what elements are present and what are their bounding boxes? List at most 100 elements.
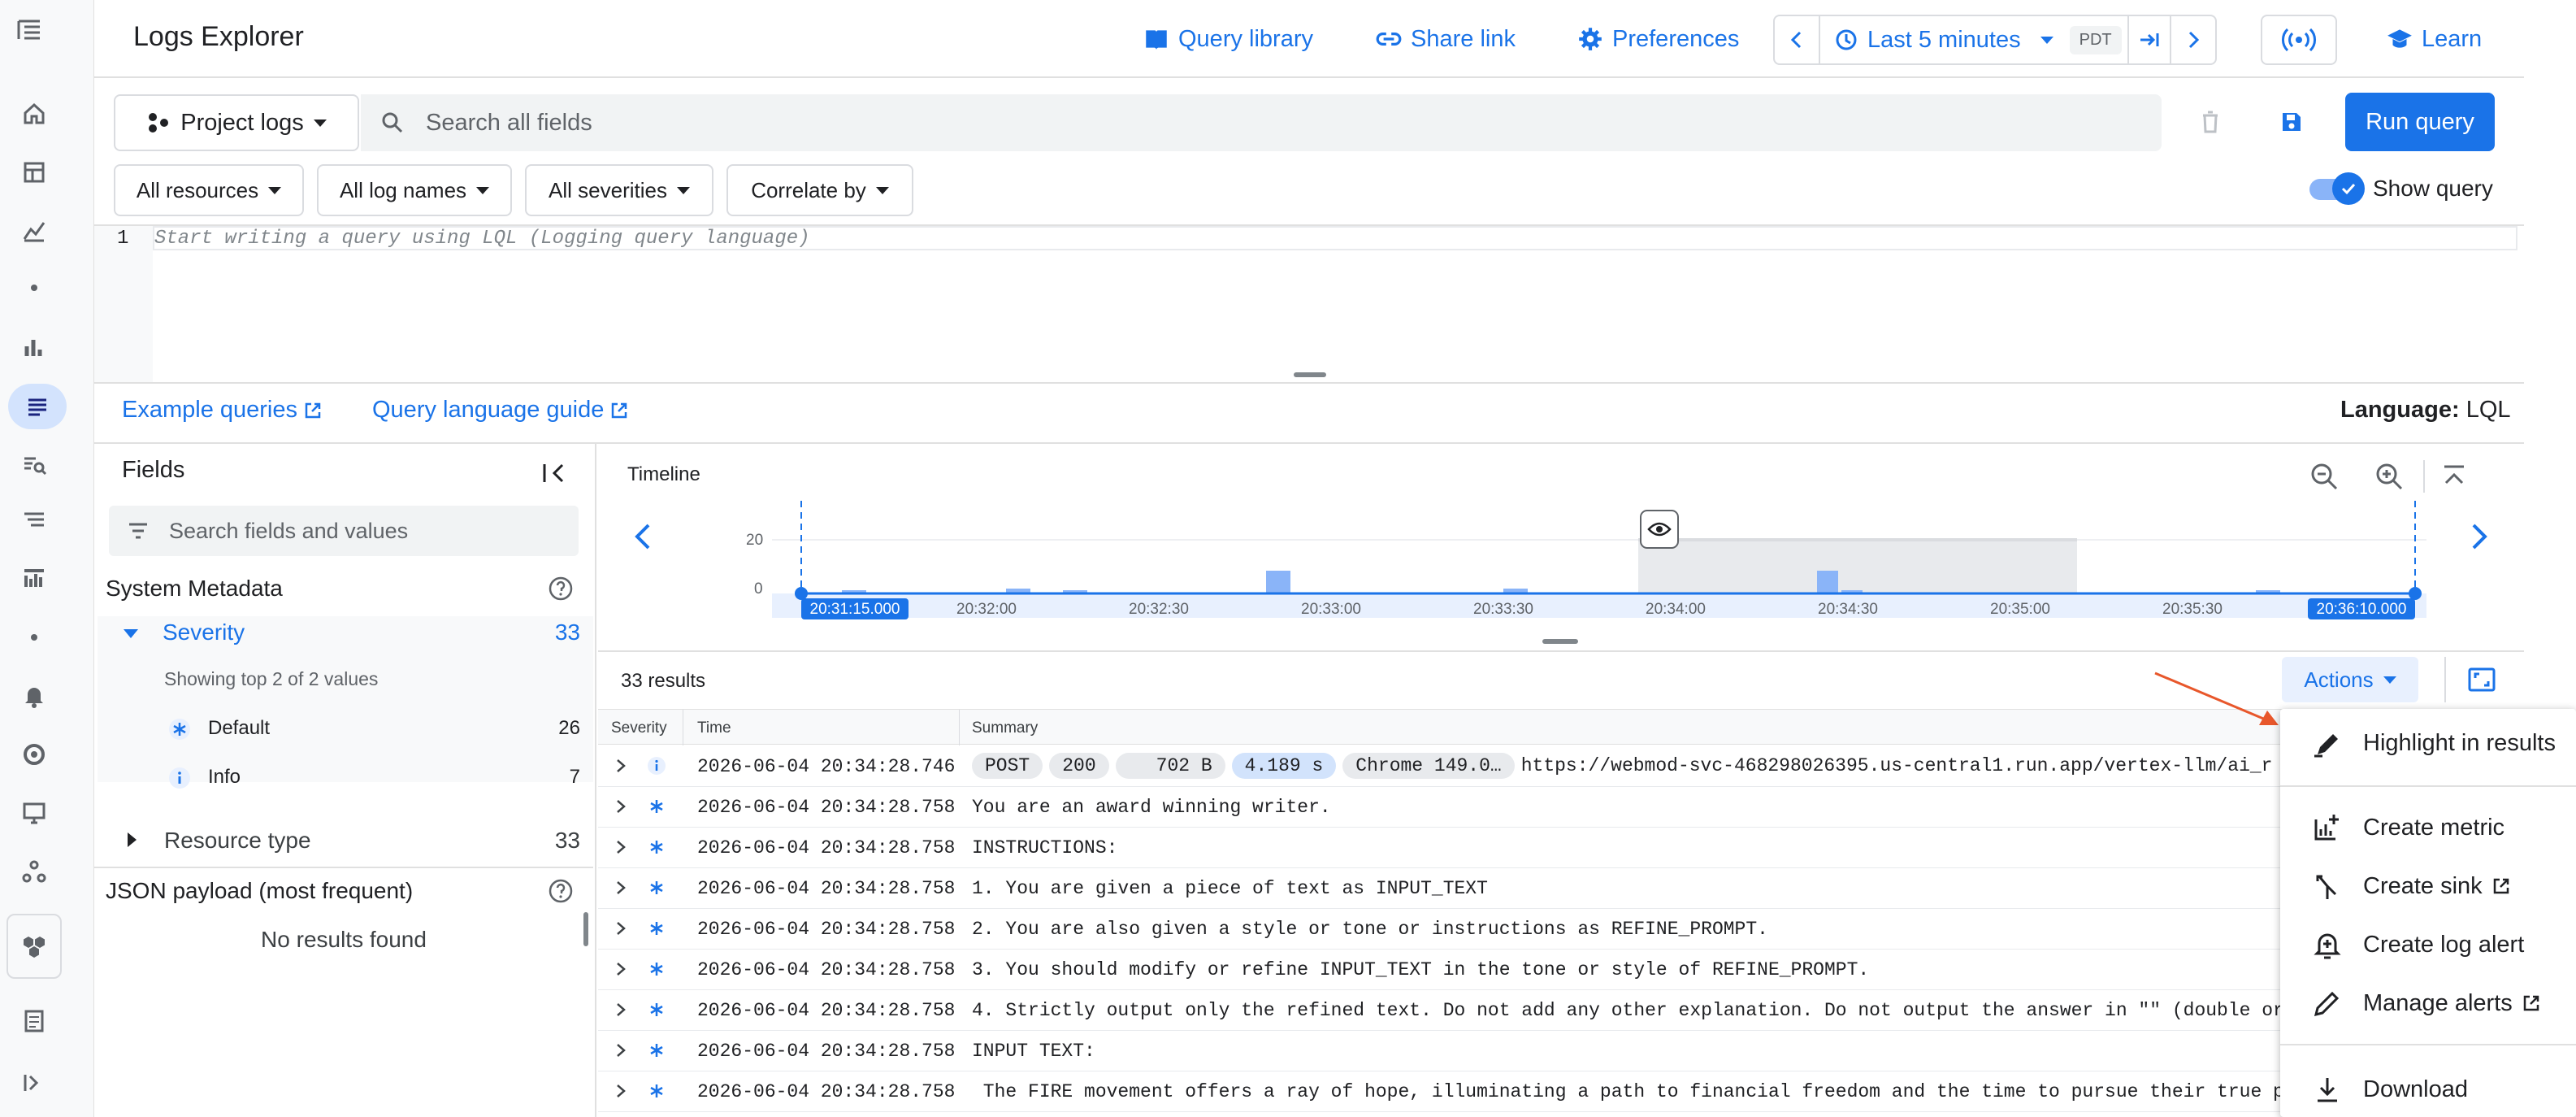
fields-search-input[interactable]: Search fields and values xyxy=(109,506,579,556)
chevron-right-icon[interactable] xyxy=(613,1083,629,1099)
selection-range[interactable] xyxy=(1638,540,2077,593)
help-icon[interactable] xyxy=(548,576,574,602)
previous-range-button[interactable] xyxy=(1775,16,1820,63)
caret-down-icon xyxy=(875,186,889,194)
run-query-button[interactable]: Run query xyxy=(2345,93,2495,151)
log-list-icon[interactable] xyxy=(15,501,54,540)
table-row[interactable]: 2026-06-04 20:34:28.758 INSTRUCTIONS: xyxy=(598,828,2280,868)
timeline-resize-handle[interactable] xyxy=(1542,639,1578,644)
collapse-timeline-icon[interactable] xyxy=(2438,460,2470,493)
share-link-button[interactable]: Share link xyxy=(1375,18,1516,60)
severity-value-info[interactable]: Info xyxy=(208,766,241,789)
stream-logs-button[interactable] xyxy=(2261,15,2337,65)
log-search-icon[interactable] xyxy=(15,445,54,485)
latency-chip[interactable]: 4.189 s xyxy=(1231,753,1337,779)
table-row[interactable]: 2026-06-04 20:34:28.758 1. You are given… xyxy=(598,868,2280,909)
chevron-right-icon[interactable] xyxy=(613,920,629,937)
help-icon[interactable] xyxy=(548,878,574,904)
table-row[interactable]: 2026-06-04 20:34:28.758 3. You should mo… xyxy=(598,950,2280,990)
user-agent-chip[interactable]: Chrome 149.0… xyxy=(1342,753,1515,779)
services-icon[interactable] xyxy=(15,852,54,891)
chevron-right-icon[interactable] xyxy=(613,961,629,977)
query-language-guide-link[interactable]: Query language guide xyxy=(372,397,628,424)
dashboard-icon[interactable] xyxy=(15,153,54,192)
expand-rail-icon[interactable] xyxy=(15,1063,54,1102)
severity-field[interactable]: Severity xyxy=(163,619,245,645)
column-time[interactable]: Time xyxy=(697,719,731,737)
resource-type-field[interactable]: Resource type xyxy=(164,828,311,854)
timeline-next-icon[interactable] xyxy=(2467,520,2491,553)
language-value: LQL xyxy=(2465,397,2511,423)
monitoring-icon[interactable] xyxy=(15,735,54,774)
analytics-icon[interactable] xyxy=(15,559,54,598)
time-range-button[interactable]: Last 5 minutes xyxy=(1820,27,2053,54)
zoom-in-icon[interactable] xyxy=(2373,460,2405,493)
project-logs-button[interactable]: Project logs xyxy=(114,94,359,151)
expand-view-icon[interactable] xyxy=(2465,663,2498,696)
home-icon[interactable] xyxy=(15,94,54,133)
collapse-panel-icon[interactable] xyxy=(540,459,569,488)
chevron-right-icon[interactable] xyxy=(613,880,629,896)
filter-correlate-by[interactable]: Correlate by xyxy=(726,164,913,216)
actions-label: Actions xyxy=(2304,667,2374,692)
delete-query-icon[interactable] xyxy=(2194,106,2227,138)
chevron-right-icon[interactable] xyxy=(613,839,629,855)
document-icon[interactable] xyxy=(15,1002,54,1041)
query-library-button[interactable]: Query library xyxy=(1143,18,1313,60)
menu-item-manage-alerts[interactable]: Manage alerts xyxy=(2282,974,2576,1032)
table-row[interactable]: 2026-06-04 20:34:28.758 You are an award… xyxy=(598,787,2280,828)
search-all-fields-input[interactable]: Search all fields xyxy=(361,94,2162,151)
menu-item-create-metric[interactable]: Create metric xyxy=(2282,798,2576,857)
menu-item-download[interactable]: Download xyxy=(2282,1060,2576,1117)
bar-chart-icon[interactable] xyxy=(15,328,54,367)
jump-to-now-button[interactable] xyxy=(2127,16,2170,63)
filter-all-resources[interactable]: All resources xyxy=(114,164,304,216)
table-row[interactable]: 2026-06-04 20:34:28.758 2. You are also … xyxy=(598,909,2280,950)
size-chip[interactable]: 702 B xyxy=(1115,753,1225,779)
actions-button[interactable]: Actions xyxy=(2282,657,2418,702)
caret-collapsed-icon[interactable] xyxy=(124,831,140,849)
menu-item-highlight-in-results[interactable]: Highlight in results xyxy=(2282,714,2576,772)
menu-icon[interactable] xyxy=(10,11,49,50)
table-row[interactable]: 2026-06-04 20:34:28.758 INPUT TEXT: xyxy=(598,1031,2280,1071)
display-icon[interactable] xyxy=(15,793,54,832)
metrics-icon[interactable] xyxy=(15,211,54,250)
timeline-prev-icon[interactable] xyxy=(631,520,655,553)
menu-item-create-sink[interactable]: Create sink xyxy=(2282,857,2576,915)
menu-item-create-log-alert[interactable]: Create log alert xyxy=(2282,915,2576,974)
learn-button[interactable]: Learn xyxy=(2386,18,2482,60)
filter-all-log-names[interactable]: All log names xyxy=(317,164,512,216)
hexagons-icon[interactable] xyxy=(7,914,62,979)
method-chip[interactable]: POST xyxy=(972,753,1043,779)
caret-expanded-icon[interactable] xyxy=(122,624,140,642)
table-row[interactable]: 2026-06-04 20:34:28.746 POST 200 702 B 4.18… xyxy=(598,746,2280,787)
chevron-right-icon[interactable] xyxy=(613,1002,629,1018)
column-severity[interactable]: Severity xyxy=(611,719,667,737)
timezone-badge[interactable]: PDT xyxy=(2069,25,2122,54)
range-end-handle[interactable] xyxy=(2409,587,2422,600)
table-row[interactable]: 2026-06-04 20:34:28.758 The FIRE movemen… xyxy=(598,1071,2340,1112)
save-query-icon[interactable] xyxy=(2275,106,2308,138)
severity-value-default[interactable]: Default xyxy=(208,717,270,740)
editor-resize-handle[interactable] xyxy=(1294,372,1326,377)
panel-resize-handle[interactable] xyxy=(583,912,588,946)
zoom-out-icon[interactable] xyxy=(2308,460,2340,493)
status-chip[interactable]: 200 xyxy=(1049,753,1109,779)
chevron-right-icon[interactable] xyxy=(613,758,629,774)
example-queries-link[interactable]: Example queries xyxy=(122,397,322,424)
filter-all-severities[interactable]: All severities xyxy=(525,164,713,216)
column-summary[interactable]: Summary xyxy=(972,719,1038,737)
timeline-chart[interactable]: 20 0 20:31:15.000 20:36:10.000 20:32:00 … xyxy=(679,501,2426,623)
table-row[interactable]: 2026-06-04 20:34:28.758 4. Strictly outp… xyxy=(598,990,2340,1031)
query-editor[interactable]: 1 Start writing a query using LQL (Loggi… xyxy=(94,224,2524,384)
open-in-new-icon xyxy=(305,402,321,418)
bell-icon[interactable] xyxy=(15,676,54,715)
range-start-handle[interactable] xyxy=(795,587,808,600)
request-url[interactable]: https://webmod-svc-468298026395.us-centr… xyxy=(1521,755,2273,776)
next-range-button[interactable] xyxy=(2170,16,2215,63)
chevron-right-icon[interactable] xyxy=(613,1042,629,1058)
preferences-button[interactable]: Preferences xyxy=(1576,18,1739,60)
logs-nav-active-icon[interactable] xyxy=(8,384,67,429)
chevron-right-icon[interactable] xyxy=(613,798,629,815)
show-query-toggle[interactable] xyxy=(2306,171,2365,206)
